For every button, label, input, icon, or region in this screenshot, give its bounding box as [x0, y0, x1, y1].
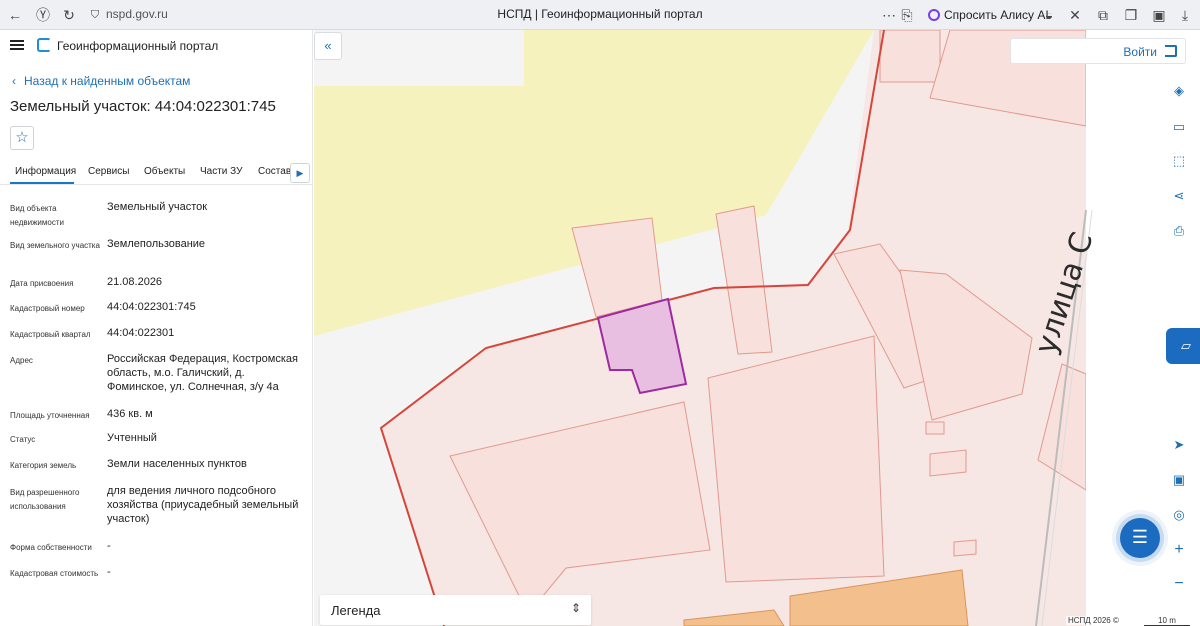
zoom-in-button[interactable]: +: [1166, 537, 1192, 563]
tab-information[interactable]: Информация: [15, 166, 76, 177]
hamburger-menu-icon[interactable]: [10, 40, 24, 50]
scale-bar: 10 m: [1144, 616, 1190, 626]
property-value: для ведения личного подсобного хозяйства…: [107, 485, 299, 525]
property-label: Вид объекта недвижимости: [10, 204, 64, 227]
site-shield-icon: ⛉: [90, 9, 100, 21]
property-value: Земельный участок: [107, 201, 208, 213]
chevron-left-icon: ‹: [12, 74, 16, 88]
property-label: Вид земельного участка: [10, 241, 100, 250]
chevron-updown-icon: ⇕: [570, 601, 581, 615]
parcel: [929, 449, 967, 477]
property-label: Адрес: [10, 356, 33, 365]
tabs-scroll-right-button[interactable]: ▶: [290, 163, 310, 183]
property-value: Земли населенных пунктов: [107, 458, 247, 470]
property-value: 21.08.2026: [107, 276, 163, 288]
property-label: Статус: [10, 435, 36, 444]
favorite-star-button[interactable]: ☆: [10, 126, 34, 150]
alice-icon: [928, 9, 940, 21]
property-value: 44:04:022301: [107, 327, 175, 339]
print-icon[interactable]: ⎙: [1166, 218, 1192, 244]
parcel: [707, 335, 885, 583]
property-label: Вид разрешенного использования: [10, 488, 80, 511]
portal-logo-icon: [37, 38, 51, 52]
profile-icon[interactable]: ▣: [1150, 6, 1168, 24]
object-info-panel: Геоинформационный портал ‹ Назад к найден…: [0, 30, 313, 626]
map-layers: улица С: [314, 30, 1200, 626]
extension-x-icon[interactable]: ✕: [1066, 6, 1084, 24]
share-icon[interactable]: ⋖: [1166, 183, 1192, 209]
tab-services[interactable]: Сервисы: [88, 166, 129, 177]
property-label: Кадастровый номер: [10, 304, 85, 313]
layers-icon[interactable]: ◈: [1166, 78, 1192, 104]
extensions-puzzle-icon[interactable]: ⧉: [1094, 6, 1112, 24]
back-link-label: Назад к найденным объектам: [24, 74, 191, 88]
parcel: [925, 421, 945, 435]
property-value: 436 кв. м: [107, 408, 153, 420]
ask-alice-button[interactable]: Спросить Алису AI: [922, 5, 1055, 25]
sidebar-toggle-icon[interactable]: ◒: [1040, 6, 1058, 24]
chat-button[interactable]: ☰: [1120, 518, 1160, 558]
map-canvas[interactable]: улица С « Войти ◈ ▭ ⬚ ⋖ ⎙ ▱ ➤ ▣ ◎ + − ☰ …: [314, 30, 1200, 626]
zoom-out-button[interactable]: −: [1166, 571, 1192, 597]
back-to-results-link[interactable]: ‹ Назад к найденным объектам: [12, 74, 190, 88]
property-value: Учтенный: [107, 432, 157, 444]
more-icon[interactable]: ⋯: [880, 6, 898, 24]
tab-parts[interactable]: Части ЗУ: [200, 166, 242, 177]
ruler-icon[interactable]: ▭: [1166, 114, 1192, 140]
property-value: 44:04:022301:745: [107, 301, 196, 313]
yandex-icon[interactable]: Ⓨ: [34, 6, 52, 24]
gosuslugi-side-tab[interactable]: ▱: [1166, 328, 1200, 364]
geolocation-icon[interactable]: ◎: [1166, 502, 1192, 528]
tab-composition[interactable]: Состав: [258, 166, 291, 177]
property-label: Дата присвоения: [10, 279, 74, 288]
address-bar[interactable]: nspd.gov.ru: [106, 7, 168, 21]
property-label: Кадастровая стоимость: [10, 569, 99, 578]
property-value: Землепользование: [107, 238, 206, 250]
map-attribution: НСПД 2026 ©: [1066, 616, 1121, 625]
property-value: Российская Федерация, Костромская област…: [107, 353, 298, 393]
browser-toolbar: ← Ⓨ ↻ ⛉ nspd.gov.ru НСПД | Геоинформацио…: [0, 0, 1200, 30]
login-label: Войти: [1123, 45, 1157, 59]
locate-me-icon[interactable]: ➤: [1166, 432, 1192, 458]
download-icon[interactable]: ⤓: [1176, 6, 1194, 24]
ask-alice-label: Спросить Алису AI: [944, 8, 1049, 22]
legend-label: Легенда: [331, 603, 381, 618]
tabs-divider: [0, 184, 312, 185]
parcel: [953, 539, 977, 557]
property-label: Площадь уточненная: [10, 411, 90, 420]
back-arrow-icon[interactable]: ←: [6, 6, 24, 24]
select-area-icon[interactable]: ⬚: [1166, 148, 1192, 174]
bookmark-icon[interactable]: ⎘: [898, 6, 916, 24]
login-button[interactable]: Войти: [1010, 38, 1186, 64]
property-label: Кадастровый квартал: [10, 330, 91, 339]
portal-title: Геоинформационный портал: [57, 39, 219, 53]
property-value: -: [107, 566, 111, 578]
legend-dropdown[interactable]: Легенда ⇕: [320, 595, 591, 625]
reload-icon[interactable]: ↻: [60, 6, 78, 24]
minimap-icon[interactable]: ▣: [1166, 467, 1192, 493]
tab-objects[interactable]: Объекты: [144, 166, 185, 177]
collapse-panel-button[interactable]: «: [314, 32, 342, 60]
collections-icon[interactable]: ❐: [1122, 6, 1140, 24]
property-value: -: [107, 540, 111, 552]
property-label: Категория земель: [10, 461, 77, 470]
property-label: Форма собственности: [10, 543, 92, 552]
login-icon: [1165, 45, 1177, 57]
parcel: [879, 30, 941, 83]
object-title: Земельный участок: 44:04:022301:745: [10, 98, 276, 115]
